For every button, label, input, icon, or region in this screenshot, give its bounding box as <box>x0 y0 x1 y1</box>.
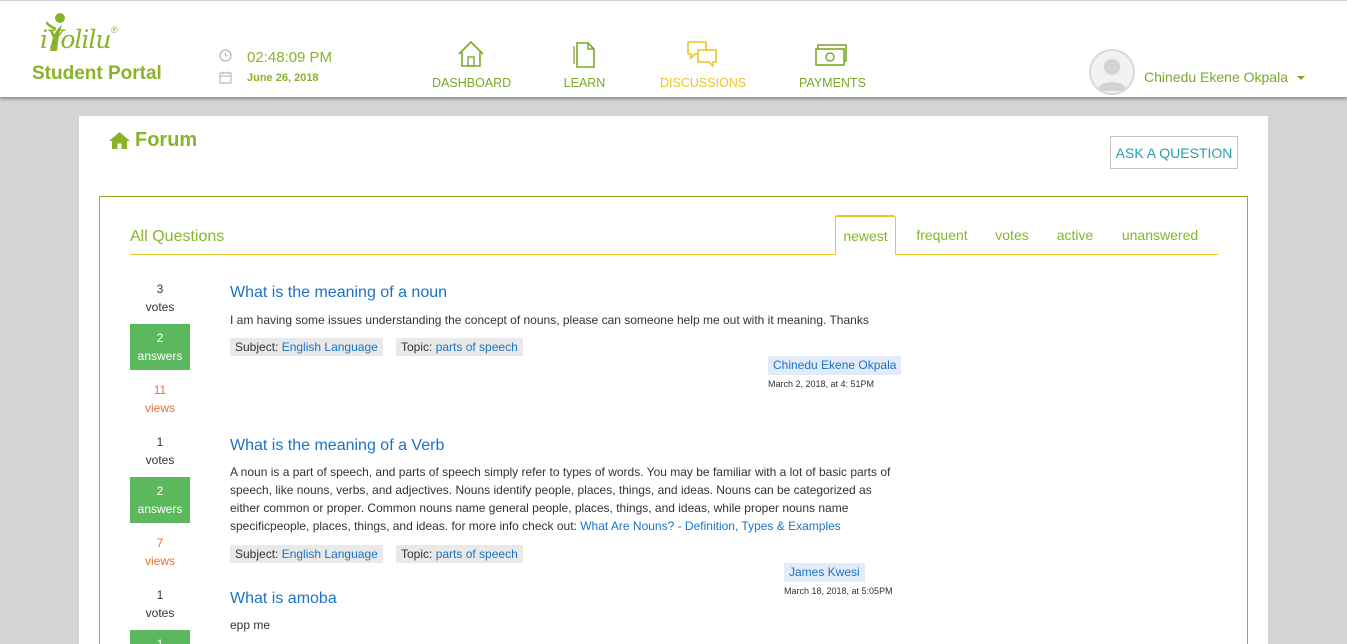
tab-newest[interactable]: newest <box>835 215 896 255</box>
subject-tag-label: Subject: <box>235 340 279 354</box>
author-badge[interactable]: Chinedu Ekene Okpala <box>768 356 902 375</box>
home-icon <box>457 40 484 67</box>
answer-count-value: 1 <box>156 637 164 644</box>
nav-learn[interactable]: LEARN <box>562 39 607 90</box>
current-date: June 26, 2018 <box>247 72 319 84</box>
view-count-value: 11 <box>153 383 167 397</box>
answer-count-value: 2 <box>156 484 164 498</box>
answer-count: 2 answers <box>130 477 190 523</box>
tab-votes[interactable]: votes <box>988 215 1036 255</box>
answer-count-label: answers <box>137 502 183 516</box>
registered-mark: ® <box>111 25 118 35</box>
topic-tag-label: Topic: <box>401 547 433 561</box>
view-count-label: views <box>144 401 175 415</box>
question-body-link[interactable]: What Are Nouns? - Definition, Types & Ex… <box>580 519 841 533</box>
view-count: 7 views <box>130 534 190 570</box>
subject-link[interactable]: English Language <box>282 340 378 354</box>
view-count: 11 views <box>130 381 190 417</box>
subject-tag: Subject: English Language <box>230 338 383 356</box>
money-icon <box>814 44 847 66</box>
user-name[interactable]: Chinedu Ekene Okpala <box>1144 69 1288 85</box>
tab-frequent[interactable]: frequent <box>907 215 977 255</box>
question-body: A noun is a part of speech, and parts of… <box>230 463 900 535</box>
vote-count: 1 votes <box>130 586 190 622</box>
document-icon <box>572 42 595 68</box>
tab-unanswered[interactable]: unanswered <box>1114 215 1206 255</box>
question-item: 1 votes 2 answers 7 views What is the me… <box>130 433 1220 596</box>
nav-dashboard[interactable]: DASHBOARD <box>432 39 512 90</box>
logo-brand: iYolilu <box>40 25 111 54</box>
vote-count-label: votes <box>145 453 175 467</box>
chat-bubbles-icon <box>687 41 717 68</box>
topic-tag-label: Topic: <box>401 340 433 354</box>
vote-count-label: votes <box>145 606 175 620</box>
logo-subtitle: Student Portal <box>32 63 162 84</box>
section-title: All Questions <box>130 228 225 245</box>
subject-tag-label: Subject: <box>235 547 279 561</box>
subject-tag: Subject: English Language <box>230 545 383 563</box>
topic-tag: Topic: parts of speech <box>396 338 523 356</box>
view-count-value: 7 <box>156 536 164 550</box>
avatar[interactable] <box>1089 49 1135 95</box>
question-item: 3 votes 2 answers 11 views What is the m… <box>130 280 1220 420</box>
home-icon <box>109 132 130 149</box>
chevron-down-icon[interactable] <box>1297 76 1305 80</box>
current-time: 02:48:09 PM <box>247 49 333 66</box>
questions-box: All Questions newest frequent votes acti… <box>99 196 1248 644</box>
ask-question-button[interactable]: ASK A QUESTION <box>1110 136 1238 169</box>
question-title[interactable]: What is amoba <box>230 590 337 608</box>
nav-learn-label: LEARN <box>563 76 606 90</box>
nav-payments[interactable]: PAYMENTS <box>799 39 866 90</box>
tab-active[interactable]: active <box>1047 215 1103 255</box>
vote-count-value: 1 <box>156 588 164 602</box>
author-badge[interactable]: James Kwesi <box>784 563 865 582</box>
answer-count-label: answers <box>137 349 183 363</box>
nav-dashboard-label: DASHBOARD <box>432 76 512 90</box>
vote-count: 1 votes <box>130 433 190 469</box>
logo[interactable]: iYolilu ® Student Portal <box>30 13 180 88</box>
topic-link[interactable]: parts of speech <box>436 340 518 354</box>
question-title[interactable]: What is the meaning of a Verb <box>230 437 444 455</box>
calendar-icon <box>219 71 232 84</box>
vote-count-value: 3 <box>156 282 164 296</box>
view-count-label: views <box>144 554 175 568</box>
question-item: 1 votes 1 answers What is amoba epp me <box>130 586 1220 644</box>
asked-date: March 2, 2018, at 4: 51PM <box>768 379 875 389</box>
main-panel: Forum ASK A QUESTION All Questions newes… <box>79 116 1268 644</box>
subject-link[interactable]: English Language <box>282 547 378 561</box>
vote-count: 3 votes <box>130 280 190 316</box>
question-body: epp me <box>230 618 271 632</box>
topic-link[interactable]: parts of speech <box>436 547 518 561</box>
nav-discussions[interactable]: DISCUSSIONS <box>660 39 747 90</box>
vote-count-value: 1 <box>156 435 164 449</box>
page-title: Forum <box>109 129 197 152</box>
clock-icon <box>219 49 232 62</box>
question-body: I am having some issues understanding th… <box>230 313 869 327</box>
page-title-text: Forum <box>135 129 198 151</box>
answer-count-value: 2 <box>156 331 164 345</box>
answer-count: 1 answers <box>130 630 190 644</box>
nav-payments-label: PAYMENTS <box>799 76 866 90</box>
answer-count: 2 answers <box>130 324 190 370</box>
vote-count-label: votes <box>145 300 175 314</box>
question-title[interactable]: What is the meaning of a noun <box>230 284 447 302</box>
topic-tag: Topic: parts of speech <box>396 545 523 563</box>
top-navbar: iYolilu ® Student Portal 02:48:09 PM Jun… <box>0 0 1347 97</box>
user-silhouette-icon <box>1097 59 1127 91</box>
nav-discussions-label: DISCUSSIONS <box>660 76 747 90</box>
